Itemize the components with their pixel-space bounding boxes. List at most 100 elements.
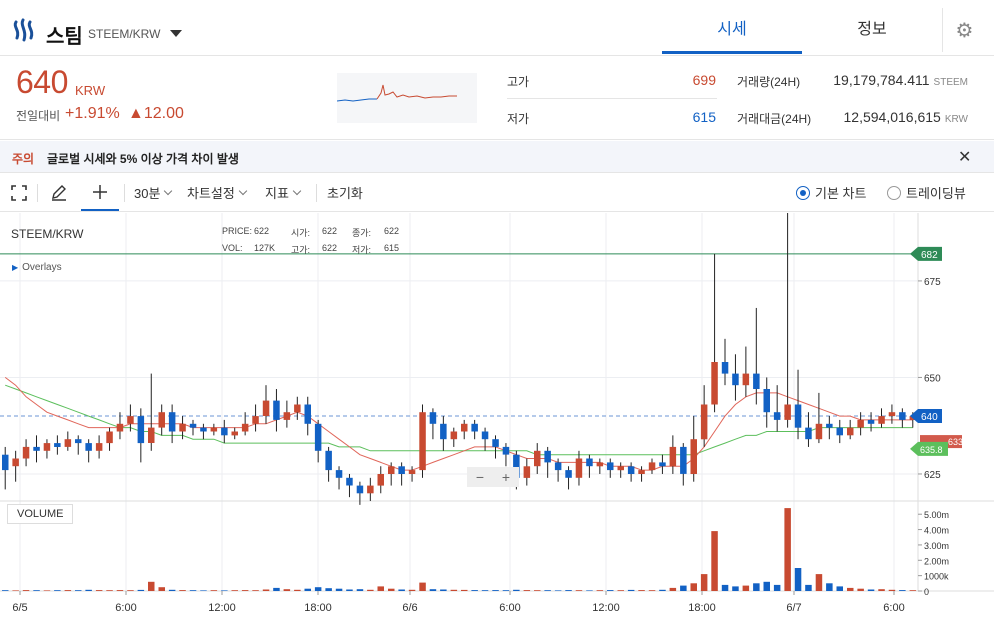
toolbar-divider [37,184,38,202]
candle-body [335,470,343,478]
tradingview-radio[interactable]: 트레이딩뷰 [887,174,966,211]
ohlc-high-label: 고가: [291,245,311,255]
steem-logo-icon [13,18,34,42]
candle-body [627,466,635,474]
volume-bar [356,589,364,591]
tab-sise[interactable]: 시세 [662,0,802,54]
volume-tick-label: 0 [924,587,929,597]
volume-bar [753,583,760,591]
candle-body [794,404,802,428]
time-tick-label: 18:00 [304,602,332,614]
low-value: 615 [692,109,716,125]
ohlc-open-value: 622 [322,226,338,236]
volume-bar [815,574,823,591]
high-value: 699 [692,72,716,88]
time-tick-label: 6:00 [883,602,904,614]
volume-bar [335,588,343,591]
change-amount: ▲12.00 [128,105,184,122]
candle-body [158,412,165,428]
candle-body [294,404,301,413]
volume-bar [148,581,155,591]
interval-select[interactable]: 30분 [134,174,173,211]
overlays-toggle[interactable]: ▶ Overlays [12,262,62,273]
green-ma-tag-text: 635.8 [920,445,943,455]
volume-bar [189,590,197,591]
candle-body [826,423,833,428]
candle-body [732,373,739,386]
volume-bar [294,589,301,591]
notice-text: 글로벌 시세와 5% 이상 가격 차이 발생 [47,152,239,166]
red-ma-tag-text: 633 [948,437,963,447]
candle-body [596,462,604,467]
change-label: 전일대비 [16,109,61,123]
chevron-down-icon[interactable] [170,30,182,37]
crosshair-icon[interactable] [81,174,119,211]
volume-bar [210,590,218,591]
volume-tick-label: 1000k [924,572,949,582]
chart-settings-menu[interactable]: 차트설정 [187,174,248,211]
candle-body [75,439,82,444]
time-tick-label: 18:00 [688,602,716,614]
volume-bar [75,590,82,591]
candle-body [607,462,614,471]
ohlc-price-value: 622 [254,226,270,236]
candle-body [127,416,134,424]
candle-body [262,400,270,416]
tab-info[interactable]: 정보 [802,0,942,54]
time-tick-label: 6/6 [402,602,417,614]
ohlc-low-label: 저가: [352,245,372,255]
volume-bar [450,589,458,591]
fullscreen-icon[interactable] [11,174,27,211]
volume-bar [273,587,280,591]
volume-bar [346,589,353,591]
candle-body [231,431,238,436]
volume-bar [742,585,750,591]
price-unit: KRW [75,83,106,98]
notice-tag: 주의 [12,152,35,166]
candle-body [95,443,103,451]
chart-area[interactable]: 675 650 625 5.00m 4.00m 3.00m 2.00m 1000k 0 6/5 6:… [0,203,994,632]
candle-body [471,423,478,432]
candle-body [179,423,186,432]
volume-value: 19,179,784.411 STEEM [833,72,968,88]
time-tick-label: 12:00 [592,602,620,614]
stat-divider [507,98,717,99]
volume-bar [502,590,510,591]
indicators-menu[interactable]: 지표 [265,174,302,211]
coin-name: 스팀 [46,26,83,48]
candle-body [847,427,854,436]
zoom-out-button[interactable]: − [467,467,493,487]
price-chart-svg[interactable]: 675 650 625 5.00m 4.00m 3.00m 2.00m 1000k 0 6/5 6:… [0,203,994,632]
zoom-in-button[interactable]: + [493,467,519,487]
candle-body [523,466,531,478]
gear-icon[interactable]: ⚙ [942,8,986,52]
coin-pair: STEEM/KRW [88,27,161,41]
volume-bar [523,590,531,591]
candle-body [565,470,572,478]
volume-bar [2,590,9,591]
volume-tick-label: 3.00m [924,541,949,551]
candle-body [773,412,781,420]
candle-body [481,431,489,440]
header: 스팀 STEEM/KRW 시세 정보 ⚙ [0,0,994,56]
close-icon[interactable]: ✕ [958,147,971,167]
level-tag-682: 682 [910,246,942,261]
basic-chart-radio[interactable]: 기본 차트 [796,174,866,211]
candle-body [721,362,729,374]
volume-bar [826,583,833,591]
volume-bar [64,590,72,591]
svg-text:640: 640 [921,412,938,423]
volume-bar [732,586,739,591]
reset-button[interactable]: 초기화 [327,174,363,211]
amount-label: 거래대금(24H) [737,112,812,126]
volume-bar [377,586,384,591]
volume-bar [200,590,207,591]
time-tick-label: 6:00 [499,602,520,614]
volume-bar [680,585,687,591]
candle-body [669,446,677,467]
volume-bar [231,590,238,591]
draw-pencil-icon[interactable] [50,174,68,211]
candle-body [763,389,770,413]
zoom-control: − + [467,467,519,487]
volume-bar [773,584,781,591]
